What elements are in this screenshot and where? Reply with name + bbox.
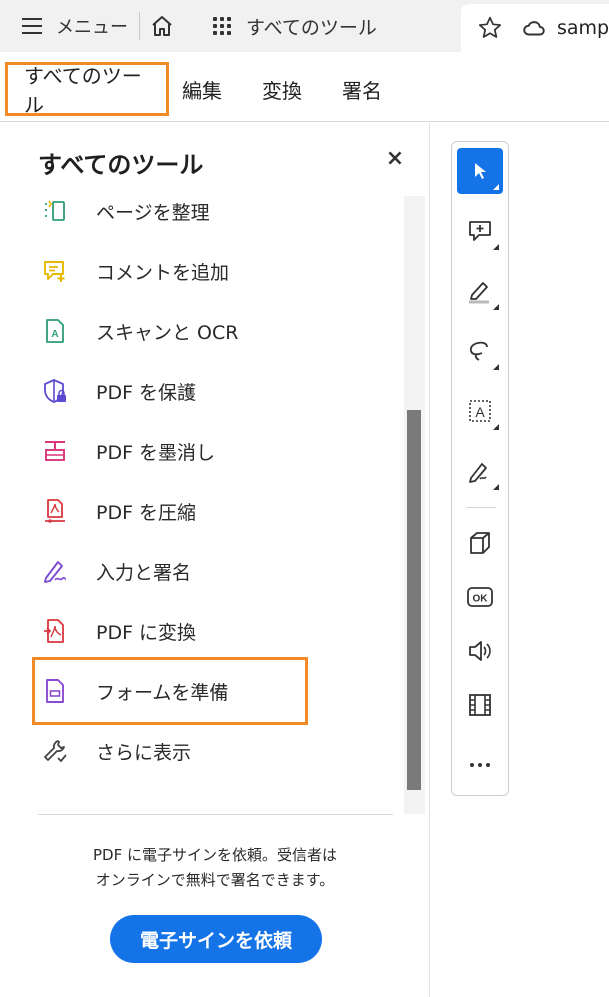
add-comment-icon bbox=[40, 256, 70, 286]
convert-pdf-icon bbox=[40, 616, 70, 646]
text-box-tool-button[interactable]: A bbox=[457, 388, 503, 434]
tool-add-comment[interactable]: コメントを追加 bbox=[40, 246, 300, 296]
video-tool-button[interactable] bbox=[457, 682, 503, 728]
lasso-icon bbox=[469, 341, 488, 361]
ok-button-icon: OK bbox=[467, 587, 493, 607]
tool-fill-sign[interactable]: 入力と署名 bbox=[40, 546, 300, 596]
fill-sign-icon bbox=[40, 556, 70, 586]
tool-label: フォームを準備 bbox=[96, 681, 229, 704]
quick-tools-toolbar: A OK bbox=[451, 141, 509, 796]
scrollbar-thumb[interactable] bbox=[407, 410, 421, 790]
wrench-icon bbox=[40, 736, 70, 766]
promo-line-1: PDF に電子サインを依頼。受信者は bbox=[93, 846, 337, 864]
sound-tool-button[interactable] bbox=[457, 628, 503, 674]
redact-pdf-icon bbox=[40, 436, 70, 466]
tool-organize-pages[interactable]: ページを整理 bbox=[40, 186, 300, 236]
tab-sign[interactable]: 署名 bbox=[342, 62, 382, 116]
document-tab[interactable]: samp bbox=[461, 4, 609, 52]
hamburger-icon bbox=[22, 18, 42, 34]
tab-convert[interactable]: 変換 bbox=[262, 62, 302, 116]
panel-divider bbox=[38, 814, 393, 815]
film-icon bbox=[469, 694, 491, 716]
tool-label: PDF を圧縮 bbox=[96, 501, 197, 524]
tab-edit[interactable]: 編集 bbox=[182, 62, 222, 116]
submenu-indicator-icon bbox=[493, 364, 499, 370]
tool-compress-pdf[interactable]: PDF を圧縮 bbox=[40, 486, 300, 536]
tool-protect-pdf[interactable]: PDF を保護 bbox=[40, 366, 300, 416]
menu-button[interactable]: メニュー bbox=[10, 6, 134, 46]
all-tools-button[interactable]: すべてのツール bbox=[196, 6, 446, 46]
highlighter-icon bbox=[469, 282, 489, 304]
tool-label: PDF を保護 bbox=[96, 381, 197, 404]
panel-title: すべてのツール bbox=[38, 151, 204, 179]
document-tab-label: samp bbox=[557, 17, 609, 39]
3d-tool-button[interactable] bbox=[457, 520, 503, 566]
select-tool-button[interactable] bbox=[457, 148, 503, 194]
toolbar-divider bbox=[466, 507, 496, 508]
close-icon[interactable]: × bbox=[383, 147, 407, 171]
svg-text:A: A bbox=[51, 329, 58, 340]
tool-scan-ocr[interactable]: A スキャンと OCR bbox=[40, 306, 300, 356]
tool-label: スキャンと OCR bbox=[96, 321, 239, 344]
all-tools-label: すべてのツール bbox=[246, 16, 377, 39]
tool-label: コメントを追加 bbox=[96, 261, 230, 284]
tool-redact-pdf[interactable]: PDF を墨消し bbox=[40, 426, 300, 476]
draw-tool-button[interactable] bbox=[457, 328, 503, 374]
cloud-icon bbox=[523, 21, 545, 36]
tool-label: さらに表示 bbox=[96, 741, 192, 764]
tool-label: PDF に変換 bbox=[96, 621, 197, 644]
button-tool-button[interactable]: OK bbox=[457, 574, 503, 620]
grid-icon bbox=[213, 17, 231, 35]
speaker-icon bbox=[469, 641, 491, 661]
submenu-indicator-icon bbox=[493, 244, 499, 250]
tool-label: ページを整理 bbox=[96, 201, 210, 224]
mode-tabs: すべてのツール 編集 変換 署名 bbox=[0, 52, 609, 122]
tool-prepare-form[interactable]: フォームを準備 bbox=[32, 657, 308, 725]
tool-label: 入力と署名 bbox=[96, 561, 192, 584]
cursor-icon bbox=[475, 163, 486, 179]
organize-pages-icon bbox=[40, 196, 70, 226]
svg-text:A: A bbox=[475, 404, 485, 420]
top-bar: メニュー すべてのツール samp bbox=[0, 0, 609, 52]
sign-tool-button[interactable] bbox=[457, 448, 503, 494]
submenu-indicator-icon bbox=[493, 304, 499, 310]
request-esign-button[interactable]: 電子サインを依頼 bbox=[110, 915, 322, 963]
cube-icon bbox=[470, 532, 490, 554]
comment-plus-icon bbox=[469, 221, 491, 241]
topbar-divider bbox=[139, 12, 140, 40]
protect-pdf-icon bbox=[40, 376, 70, 406]
tool-label: PDF を墨消し bbox=[96, 441, 216, 464]
promo-line-2: オンラインで無料で署名できます。 bbox=[95, 871, 335, 889]
esign-promo-text: PDF に電子サインを依頼。受信者は オンラインで無料で署名できます。 bbox=[40, 843, 390, 893]
tool-convert-pdf[interactable]: PDF に変換 bbox=[40, 606, 300, 656]
menu-label: メニュー bbox=[56, 17, 128, 38]
home-icon bbox=[152, 16, 172, 36]
tab-all-tools[interactable]: すべてのツール bbox=[5, 62, 169, 117]
pen-sign-icon bbox=[469, 463, 487, 483]
all-tools-panel: すべてのツール × ページを整理 コメントを追加 A スキャンと OCR PDF… bbox=[0, 123, 430, 997]
svg-text:OK: OK bbox=[473, 594, 489, 605]
text-box-icon: A bbox=[469, 400, 491, 422]
more-tools-button[interactable] bbox=[457, 742, 503, 788]
submenu-indicator-icon bbox=[493, 484, 499, 490]
add-comment-tool-button[interactable] bbox=[457, 208, 503, 254]
home-button[interactable] bbox=[144, 8, 180, 44]
submenu-indicator-icon bbox=[493, 424, 499, 430]
submenu-indicator-icon bbox=[493, 184, 499, 190]
prepare-form-icon bbox=[40, 676, 70, 706]
compress-pdf-icon bbox=[40, 496, 70, 526]
star-icon[interactable] bbox=[477, 15, 503, 41]
scan-ocr-icon: A bbox=[40, 316, 70, 346]
tool-show-more[interactable]: さらに表示 bbox=[40, 726, 300, 776]
highlight-tool-button[interactable] bbox=[457, 268, 503, 314]
ellipsis-icon bbox=[470, 763, 490, 767]
